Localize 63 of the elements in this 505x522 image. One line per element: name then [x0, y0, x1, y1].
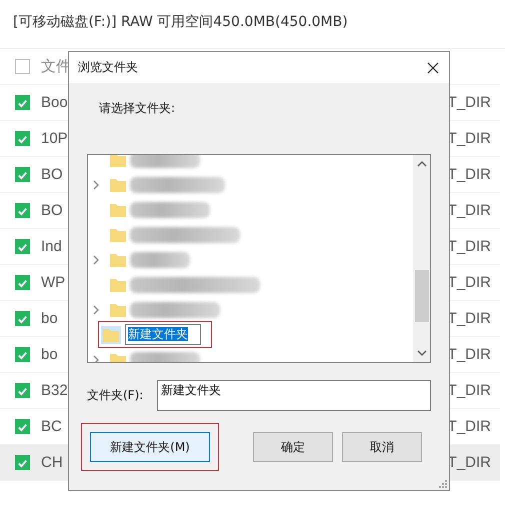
folder-label: 文件夹(F):: [87, 387, 144, 404]
chevron-icon[interactable]: [93, 304, 99, 314]
blurred-label: [130, 252, 190, 268]
file-name: Boo: [41, 94, 68, 111]
drive-info: [可移动磁盘(F:)] RAW 可用空间450.0MB(450.0MB): [0, 0, 505, 49]
folder-field[interactable]: 新建文件夹: [157, 380, 431, 411]
folder-icon: [110, 228, 126, 242]
new-folder-button[interactable]: 新建文件夹(M): [90, 432, 210, 462]
file-type: T_DIR: [448, 130, 491, 147]
file-type: T_DIR: [448, 166, 491, 183]
checkbox[interactable]: [15, 95, 30, 110]
checkbox[interactable]: [15, 59, 30, 74]
file-name: BO: [41, 202, 63, 219]
dialog-button[interactable]: 取消: [342, 432, 422, 462]
checkbox[interactable]: [15, 455, 30, 470]
checkbox[interactable]: [15, 419, 30, 434]
scrollbar[interactable]: [413, 155, 430, 362]
file-type: T_DIR: [448, 418, 491, 435]
chevron-icon[interactable]: [93, 254, 99, 264]
folder-icon: [110, 178, 126, 192]
window-title: 浏览文件夹: [78, 59, 138, 76]
resize-grip-icon[interactable]: [439, 480, 447, 488]
blurred-label: [130, 155, 200, 168]
file-name: CH: [41, 454, 63, 471]
checkbox[interactable]: [15, 275, 30, 290]
folder-icon: [110, 155, 126, 166]
checkbox[interactable]: [15, 239, 30, 254]
file-name: BO: [41, 166, 63, 183]
file-name: Ind: [41, 238, 62, 255]
scroll-up-icon[interactable]: [416, 161, 426, 167]
checkbox[interactable]: [15, 311, 30, 326]
checkbox[interactable]: [15, 167, 30, 182]
prompt-text: 请选择文件夹:: [99, 100, 176, 117]
file-type: T_DIR: [448, 238, 491, 255]
file-name: BC: [41, 418, 62, 435]
chevron-icon[interactable]: [93, 180, 99, 190]
folder-icon: [110, 278, 126, 292]
rename-field[interactable]: 新建文件夹: [125, 324, 201, 345]
checkbox[interactable]: [15, 131, 30, 146]
chevron-icon[interactable]: [93, 354, 99, 362]
checkbox[interactable]: [15, 347, 30, 362]
file-type: T_DIR: [448, 310, 491, 327]
file-name: bo: [41, 346, 58, 363]
file-name: 10P: [41, 130, 68, 147]
folder-icon: [110, 202, 126, 216]
file-name: B32: [41, 382, 68, 399]
checkbox[interactable]: [15, 383, 30, 398]
close-icon[interactable]: [427, 62, 439, 74]
folder-icon: [103, 328, 119, 342]
file-name: bo: [41, 310, 58, 327]
file-type: T_DIR: [448, 202, 491, 219]
file-type: T_DIR: [448, 454, 491, 471]
file-type: T_DIR: [448, 274, 491, 291]
checkbox[interactable]: [15, 203, 30, 218]
file-name: WP: [41, 274, 66, 291]
folder-icon: [110, 302, 126, 316]
scroll-down-icon[interactable]: [416, 350, 426, 356]
folder-icon: [110, 252, 126, 266]
file-type: T_DIR: [448, 94, 491, 111]
scroll-thumb[interactable]: [414, 270, 428, 322]
file-type: T_DIR: [448, 346, 491, 363]
file-type: T_DIR: [448, 382, 491, 399]
dialog-button[interactable]: 确定: [253, 432, 333, 462]
